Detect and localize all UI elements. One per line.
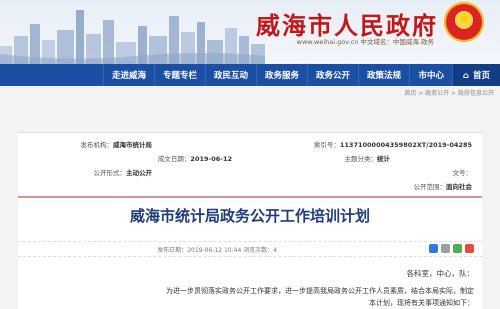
home-icon: ⌂ (462, 71, 469, 81)
more-share-icon[interactable] (429, 244, 438, 253)
nav-item-label: 政策法规 (367, 71, 402, 81)
nav-item-label: 政务公开 (316, 71, 351, 81)
site-header: ★ 威海市人民政府 www.weihai.gov.cn 中文域名：中国威海.政务 (0, 0, 500, 64)
nav-item-2[interactable]: 政策法规 (358, 64, 410, 86)
nav-item-label: 政民互动 (214, 71, 249, 81)
article-title: 威海市统计局政务公开工作培训计划 (130, 207, 371, 225)
info-org: 发布机构：威海市统计局 (80, 141, 153, 149)
nav-item-4[interactable]: 政务服务 (256, 64, 308, 86)
article-greeting: 各科室，中心，队： (406, 269, 475, 278)
breadcrumb: 首页 > 政务公开 > 政府信息公开 (404, 90, 494, 97)
nav-item-3[interactable]: 政务公开 (307, 64, 359, 86)
nav-item-label: 市中心 (418, 71, 444, 81)
info-index: 索引号：11371000004359802XT/2019-04285 (313, 141, 472, 149)
nav-item-6[interactable]: 专题专栏 (154, 64, 206, 86)
national-emblem-icon: ★ (444, 2, 484, 42)
info-scope: 公开范围：面向社会 (413, 183, 473, 191)
page-root: ★ 威海市人民政府 www.weihai.gov.cn 中文域名：中国威海.政务… (0, 0, 500, 309)
weibo-share-icon[interactable] (465, 244, 474, 253)
document-info-table: 索引号：11371000004359802XT/2019-04285 发布机构：… (18, 132, 482, 195)
info-date: 成文日期：2019-06-12 (157, 155, 232, 163)
info-docno: 文号： (452, 169, 473, 177)
article-meta: 发布日期：2019-06-12 10:44 浏览次数：4 (157, 247, 277, 254)
article-meta-bar: 发布日期：2019-06-12 10:44 浏览次数：4 (18, 241, 482, 257)
qzone-share-icon[interactable] (441, 244, 450, 253)
nav-item-7[interactable]: 走进威海 (103, 64, 155, 86)
share-buttons (429, 244, 474, 253)
site-domain-text: www.weihai.gov.cn 中文域名：中国威海.政务 (296, 38, 434, 46)
nav-item-5[interactable]: 政民互动 (205, 64, 257, 86)
nav-item-label: 走进威海 (112, 71, 147, 81)
article-body: 威海市统计局政务公开工作培训计划 发布日期：2019-06-12 10:44 浏… (18, 196, 482, 309)
nav-item-1[interactable]: 市中心 (409, 64, 452, 86)
nav-item-label: 首页 (472, 71, 490, 81)
info-category: 主题分类：统计 (344, 155, 391, 163)
city-skyline-illustration (0, 10, 265, 64)
info-form: 公开形式：主动公开 (93, 169, 153, 177)
nav-item-0[interactable]: ⌂ 首页 (451, 64, 500, 86)
wechat-share-icon[interactable] (453, 244, 462, 253)
main-nav: ⌂ 首页 市中心 政策法规 政务公开 政务服务 政民互动 专题专栏 走进威海 (0, 64, 500, 86)
nav-item-label: 政务服务 (265, 71, 300, 81)
article-paragraph: 为进一步贯彻落实政务公开工作要求，进一步提高我局政务公开工作人员素质，结合本局实… (166, 287, 474, 295)
nav-item-label: 专题专栏 (163, 71, 198, 81)
